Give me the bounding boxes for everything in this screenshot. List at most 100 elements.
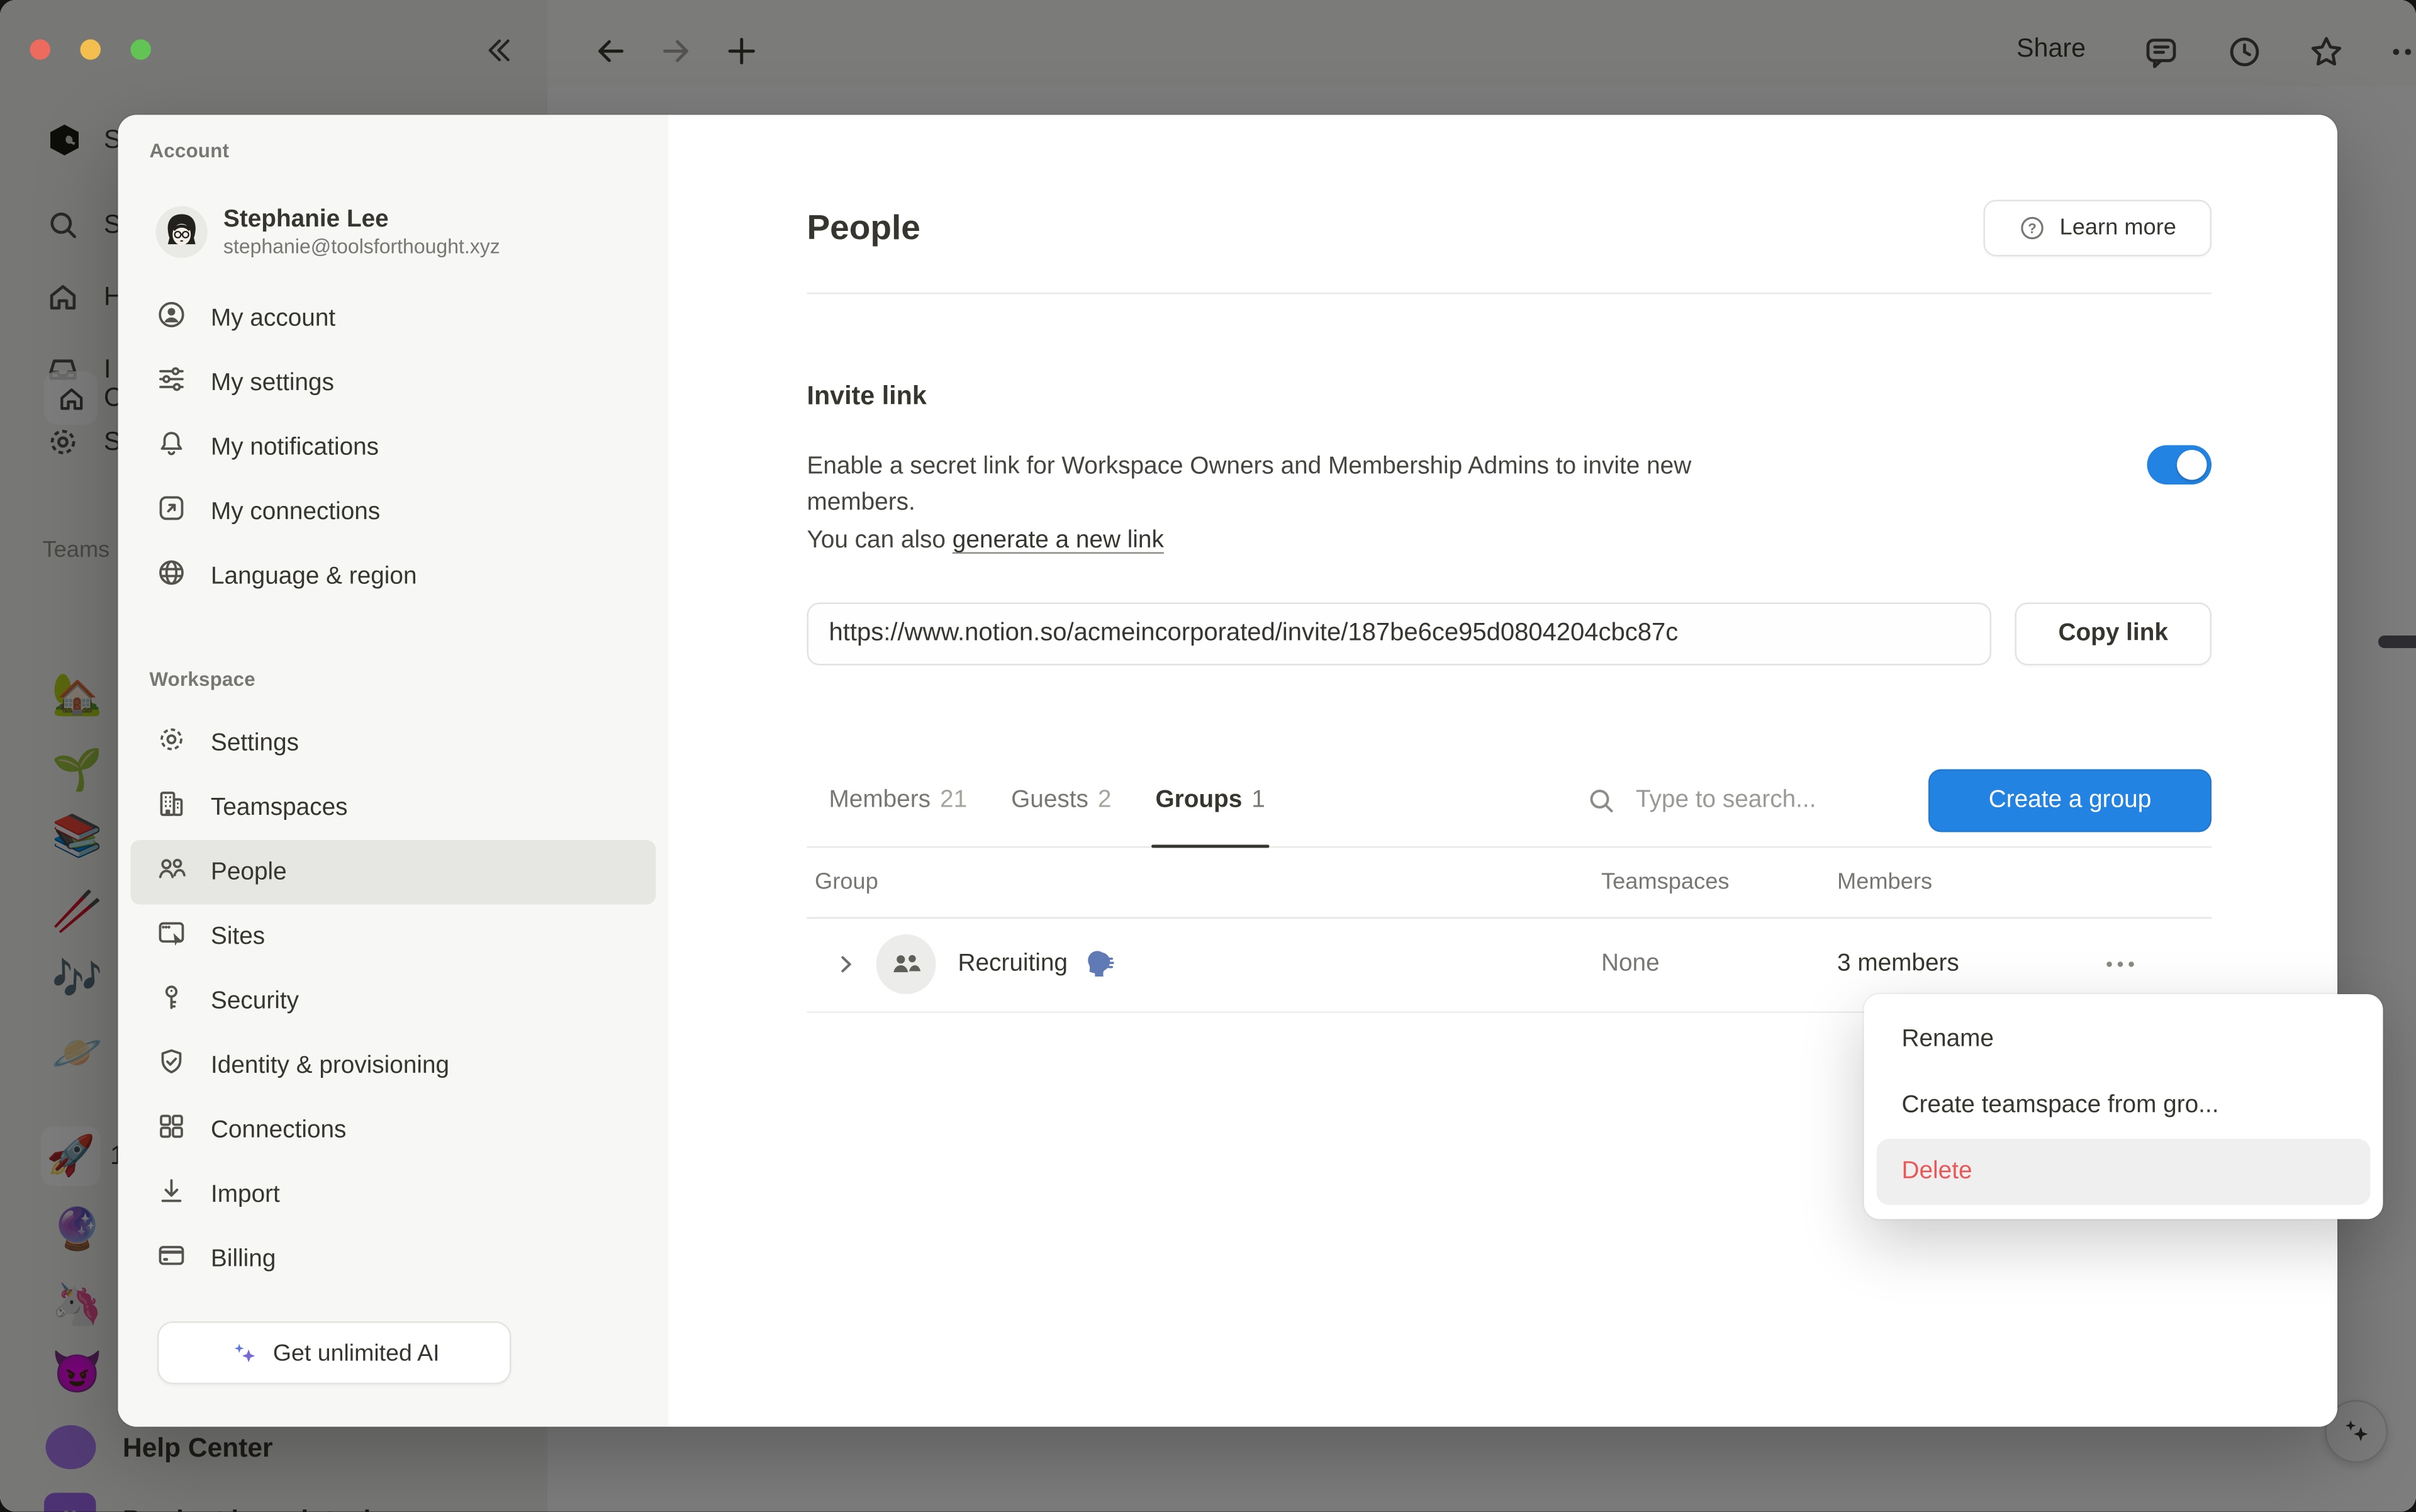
ai-button-label: Get unlimited AI: [273, 1340, 440, 1367]
settings-dialog: Account Stephanie Lee stephanie@toolsfor…: [118, 115, 2338, 1427]
speaking-head-icon: [1080, 947, 1115, 982]
column-header-members: Members: [1837, 869, 2073, 894]
group-search-input[interactable]: [1633, 785, 1906, 817]
tab-guests[interactable]: Guests 2: [1011, 755, 1111, 846]
account-section-label: Account: [150, 140, 230, 162]
page-title: People: [807, 208, 920, 249]
svg-text:?: ?: [2028, 221, 2037, 237]
person-circle-icon: [156, 299, 187, 339]
sidebar-item-my-settings[interactable]: My settings: [131, 351, 656, 416]
sidebar-item-settings[interactable]: Settings: [131, 711, 656, 776]
tab-label: Groups: [1155, 787, 1242, 815]
tab-count: 2: [1098, 787, 1112, 815]
sidebar-item-my-connections[interactable]: My connections: [131, 480, 656, 545]
menu-item-delete[interactable]: Delete: [1877, 1139, 2371, 1205]
avatar: [156, 206, 208, 259]
group-context-menu: Rename Create teamspace from gro... Dele…: [1864, 994, 2383, 1219]
group-search: [1586, 785, 1928, 817]
column-header-group: Group: [807, 869, 1602, 894]
settings-content: People ? Learn more Invite link Enable a…: [669, 115, 2338, 1427]
arrow-up-right-box-icon: [156, 493, 187, 532]
tab-label: Members: [829, 787, 931, 815]
invite-link-description: Enable a secret link for Workspace Owner…: [807, 449, 2212, 521]
group-avatar: [876, 934, 936, 994]
group-members-cell: 3 members: [1837, 950, 2073, 978]
search-icon: [1586, 785, 1617, 817]
generate-new-link[interactable]: generate a new link: [953, 527, 1164, 554]
credit-card-icon: [156, 1240, 187, 1279]
menu-item-create-teamspace-from-group[interactable]: Create teamspace from gro...: [1877, 1073, 2371, 1139]
browser-cursor-icon: [156, 917, 187, 957]
gear-icon: [156, 724, 187, 763]
sidebar-item-label: Sites: [211, 922, 265, 951]
sidebar-item-label: Billing: [211, 1245, 276, 1274]
sidebar-item-people[interactable]: People: [131, 840, 656, 905]
zoom-window-button[interactable]: [131, 40, 152, 60]
sidebar-item-label: My notifications: [211, 434, 379, 462]
tab-count: 1: [1251, 787, 1265, 815]
sidebar-item-billing[interactable]: Billing: [131, 1227, 656, 1292]
sidebar-item-language-region[interactable]: Language & region: [131, 544, 656, 609]
minimize-window-button[interactable]: [81, 40, 101, 60]
tab-count: 21: [940, 787, 967, 815]
tab-groups[interactable]: Groups 1: [1155, 755, 1265, 846]
workspace-section-label: Workspace: [150, 669, 255, 691]
generate-link-line: You can also generate a new link: [807, 527, 2212, 556]
right-edge-pill: [2378, 636, 2416, 648]
get-unlimited-ai-button[interactable]: Get unlimited AI: [157, 1321, 512, 1384]
settings-sidebar: Account Stephanie Lee stephanie@toolsfor…: [118, 115, 669, 1427]
sidebar-item-my-account[interactable]: My account: [131, 286, 656, 351]
window-controls: [30, 40, 152, 60]
people-tabs: Members 21 Guests 2 Groups 1 Create a gr…: [807, 755, 2212, 848]
shield-check-icon: [156, 1046, 187, 1086]
sidebar-item-identity-provisioning[interactable]: Identity & provisioning: [131, 1034, 656, 1099]
sidebar-item-label: Import: [211, 1180, 280, 1209]
copy-link-button[interactable]: Copy link: [2015, 603, 2212, 666]
create-group-button[interactable]: Create a group: [1928, 770, 2212, 832]
toggle-knob: [2177, 450, 2207, 480]
question-circle-icon: ?: [2019, 214, 2047, 242]
sidebar-item-label: My connections: [211, 498, 380, 526]
globe-icon: [156, 557, 187, 596]
sidebar-item-security[interactable]: Security: [131, 969, 656, 1034]
learn-more-label: Learn more: [2060, 216, 2176, 241]
menu-item-rename[interactable]: Rename: [1877, 1007, 2371, 1073]
workspace-nav-list: Settings Teamspaces People Sites Securit…: [118, 711, 669, 1292]
header-divider: [807, 293, 2212, 294]
invite-desc-line1: Enable a secret link for Workspace Owner…: [807, 449, 2212, 485]
account-user[interactable]: Stephanie Lee stephanie@toolsforthought.…: [156, 204, 500, 260]
sidebar-item-label: My account: [211, 305, 335, 333]
group-name: Recruiting: [958, 950, 1068, 978]
invite-link-toggle[interactable]: [2147, 445, 2212, 485]
invite-url-row: Copy link: [807, 603, 2212, 666]
building-icon: [156, 788, 187, 828]
people-group-icon: [889, 947, 924, 982]
sidebar-item-import[interactable]: Import: [131, 1163, 656, 1228]
ellipsis-icon: [2101, 949, 2139, 980]
sidebar-item-connections[interactable]: Connections: [131, 1098, 656, 1163]
sidebar-item-sites[interactable]: Sites: [131, 905, 656, 970]
also-prefix: You can also: [807, 527, 953, 554]
key-icon: [156, 982, 187, 1021]
sidebar-item-teamspaces[interactable]: Teamspaces: [131, 776, 656, 841]
learn-more-button[interactable]: ? Learn more: [1984, 200, 2212, 257]
ai-sparkles-icon: [229, 1338, 259, 1368]
sidebar-item-label: Language & region: [211, 563, 417, 591]
sidebar-item-label: Connections: [211, 1116, 346, 1145]
sidebar-item-label: Identity & provisioning: [211, 1051, 449, 1080]
sliders-icon: [156, 364, 187, 403]
expand-chevron-icon[interactable]: [829, 947, 864, 982]
invite-url-input[interactable]: [807, 603, 1992, 666]
sidebar-item-my-notifications[interactable]: My notifications: [131, 415, 656, 480]
tab-label: Guests: [1011, 787, 1088, 815]
sidebar-item-label: Security: [211, 987, 299, 1016]
bell-icon: [156, 428, 187, 468]
people-icon: [156, 853, 187, 892]
sidebar-item-label: My settings: [211, 369, 334, 397]
sidebar-item-label: People: [211, 858, 287, 887]
notion-window: S S H I S Teams C 🏡 🌱: [0, 0, 2416, 1512]
row-more-button[interactable]: [2092, 943, 2149, 987]
invite-desc-line2: members.: [807, 484, 2212, 521]
tab-members[interactable]: Members 21: [829, 755, 968, 846]
close-window-button[interactable]: [30, 40, 51, 60]
